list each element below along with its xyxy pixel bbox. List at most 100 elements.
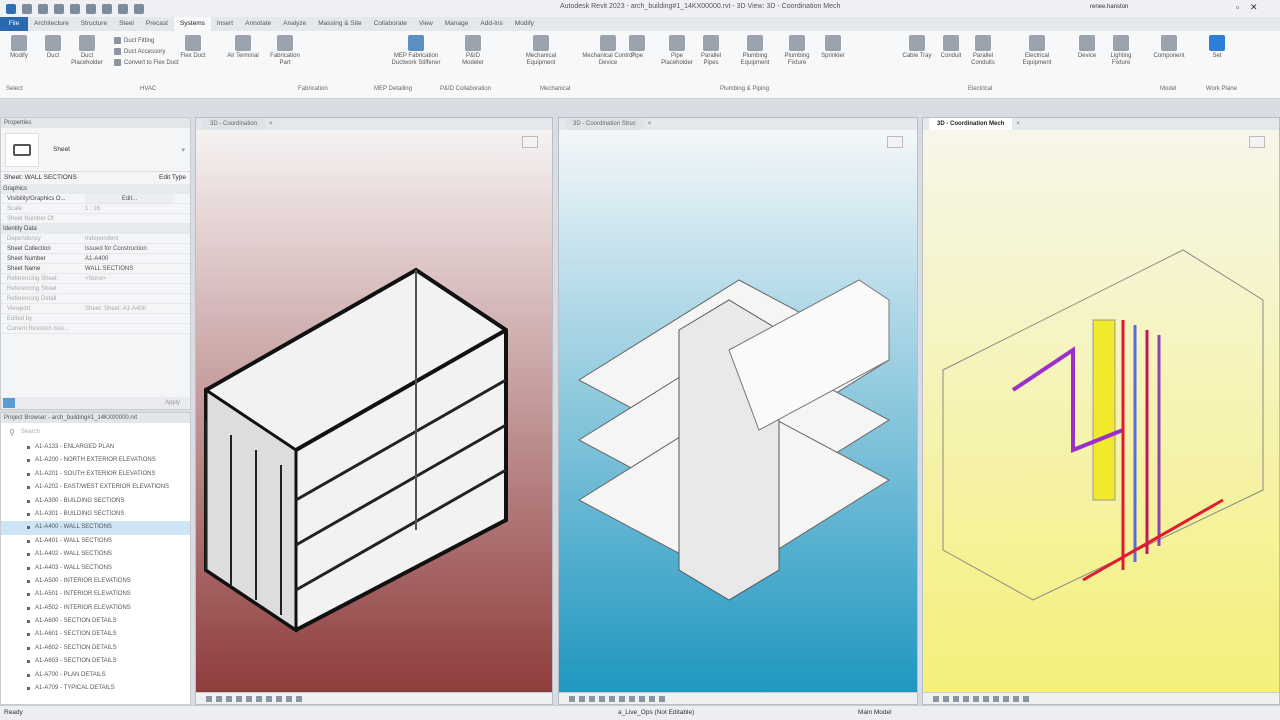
property-value[interactable]: Edit... [85,194,174,203]
instance-filter[interactable]: Sheet: WALL SECTIONS [4,172,77,184]
tab-file[interactable]: File [0,17,28,31]
view-control-icon[interactable] [619,695,625,702]
design-option-selector[interactable]: Main Model [858,706,892,720]
3d-canvas[interactable] [196,130,552,692]
view-3[interactable]: 3D - Coordination Mech × [922,117,1280,705]
view-tab[interactable]: 3D - Coordination × [196,118,552,130]
panel-label-mechanical[interactable]: Mechanical [540,86,570,92]
property-value[interactable]: Independent [85,234,190,243]
view-control-icon[interactable] [1003,695,1009,702]
mechanical-equipment-button[interactable]: Mechanical Equipment [524,35,558,67]
duct-accessory-button[interactable]: Duct Accessory [114,48,165,55]
property-value[interactable] [85,294,190,303]
convert-to-flex-duct-button[interactable]: Convert to Flex Duct [114,59,179,66]
tab-analyze[interactable]: Analyze [277,17,312,31]
view-control-icon[interactable] [579,695,585,702]
view-control-icon[interactable] [286,695,292,702]
restore-window-icon[interactable]: ▫ [1236,2,1239,12]
search-input[interactable]: Search [21,429,40,435]
view-control-icon[interactable] [983,695,989,702]
electrical-equipment-button[interactable]: Electrical Equipment [1020,35,1054,67]
section-graphics[interactable]: Graphics [1,184,190,194]
plumbing-fixture-button[interactable]: Plumbing Fixture [780,35,814,67]
tab-systems[interactable]: Systems [173,17,211,31]
panel-label-p-id-collaboration[interactable]: P&ID Collaboration [440,86,491,92]
component-button[interactable]: Component [1152,35,1186,60]
edit-type-button[interactable]: Edit Type [159,172,186,184]
panel-label-hvac[interactable]: HVAC [140,86,156,92]
section-identity-data[interactable]: Identity Data [1,224,190,234]
browser-item[interactable]: A1-A200 - NORTH EXTERIOR ELEVATIONS [1,454,190,467]
property-value[interactable]: A1-A400 [85,254,190,263]
viewcube-icon[interactable] [887,136,903,148]
view-control-icon[interactable] [659,695,665,702]
view-control-icon[interactable] [943,695,949,702]
revit-logo-icon[interactable] [6,3,16,14]
view-control-icon[interactable] [609,695,615,702]
panel-label-electrical[interactable]: Electrical [968,86,992,92]
panel-label-model[interactable]: Model [1160,86,1176,92]
cable-tray-button[interactable]: Cable Tray [900,35,934,60]
tab-add-ins[interactable]: Add-Ins [474,17,508,31]
workset-selector[interactable]: a_Live_Ops (Not Editable) [618,706,694,720]
panel-label-mep-detailing[interactable]: MEP Detailing [374,86,412,92]
redo-icon[interactable] [70,3,80,14]
view-control-icon[interactable] [266,695,272,702]
browser-item[interactable]: A1-A500 - INTERIOR ELEVATIONS [1,575,190,588]
view-tab[interactable]: 3D - Coordination Mech × [923,118,1279,130]
fabrication-part-button[interactable]: Fabrication Part [268,35,302,67]
apply-button[interactable]: Apply [165,400,180,406]
set-button[interactable]: Set [1200,35,1234,60]
undo-icon[interactable] [54,3,64,14]
tab-massing-site[interactable]: Massing & Site [312,17,367,31]
air-terminal-button[interactable]: Air Terminal [226,35,260,60]
view-control-icon[interactable] [216,695,222,702]
viewcube-icon[interactable] [522,136,538,148]
tab-view[interactable]: View [413,17,439,31]
tab-insert[interactable]: Insert [211,17,239,31]
view-control-icon[interactable] [206,695,212,702]
tab-steel[interactable]: Steel [113,17,140,31]
browser-item[interactable]: A1-A602 - SECTION DETAILS [1,642,190,655]
browser-item[interactable]: A1-A401 - WALL SECTIONS [1,535,190,548]
tab-structure[interactable]: Structure [75,17,113,31]
view-tab-label[interactable]: 3D - Coordination Mech [929,118,1013,130]
browser-item[interactable]: A1-A709 - TYPICAL DETAILS [1,682,190,695]
tab-precast[interactable]: Precast [140,17,174,31]
browser-item[interactable]: A1-A403 - WALL SECTIONS [1,562,190,575]
device-button[interactable]: Device [1070,35,1104,60]
property-value[interactable]: <None> [85,274,190,283]
panel-label-plumbing-piping[interactable]: Plumbing & Piping [720,86,769,92]
close-view-icon[interactable]: × [648,118,652,130]
3d-canvas[interactable] [559,130,917,692]
property-value[interactable] [85,284,190,293]
close-view-icon[interactable]: × [1016,118,1020,130]
modify-button[interactable]: Modify [2,35,36,60]
view-control-icon[interactable] [1013,695,1019,702]
panel-label-fabrication[interactable]: Fabrication [298,86,328,92]
browser-item[interactable]: A1-A400 - WALL SECTIONS [1,521,190,535]
view-control-icon[interactable] [933,695,939,702]
open-icon[interactable] [22,3,32,14]
3d-view-icon[interactable] [118,3,128,14]
property-value[interactable]: Sheet: Sheet: A1-A400 [85,304,190,313]
view-2[interactable]: 3D - Coordination Struc × [558,117,918,705]
parallel-pipes-button[interactable]: Parallel Pipes [694,35,728,67]
view-control-icon[interactable] [649,695,655,702]
browser-item[interactable]: A1-A502 - INTERIOR ELEVATIONS [1,602,190,615]
view-control-icon[interactable] [246,695,252,702]
duct-button[interactable]: Duct [36,35,70,60]
view-control-icon[interactable] [973,695,979,702]
browser-item[interactable]: A1-A402 - WALL SECTIONS [1,548,190,561]
view-control-icon[interactable] [276,695,282,702]
view-control-icon[interactable] [589,695,595,702]
view-1[interactable]: 3D - Coordination × [195,117,553,705]
type-selector[interactable]: Sheet ▾ [1,128,190,172]
measure-icon[interactable] [102,3,112,14]
browser-item[interactable]: A1-A201 - SOUTH EXTERIOR ELEVATIONS [1,468,190,481]
tab-modify[interactable]: Modify [509,17,540,31]
conduit-button[interactable]: Conduit [934,35,968,60]
properties-tab-icon[interactable] [3,398,15,408]
view-control-icon[interactable] [599,695,605,702]
browser-item[interactable]: A1-A600 - SECTION DETAILS [1,615,190,628]
